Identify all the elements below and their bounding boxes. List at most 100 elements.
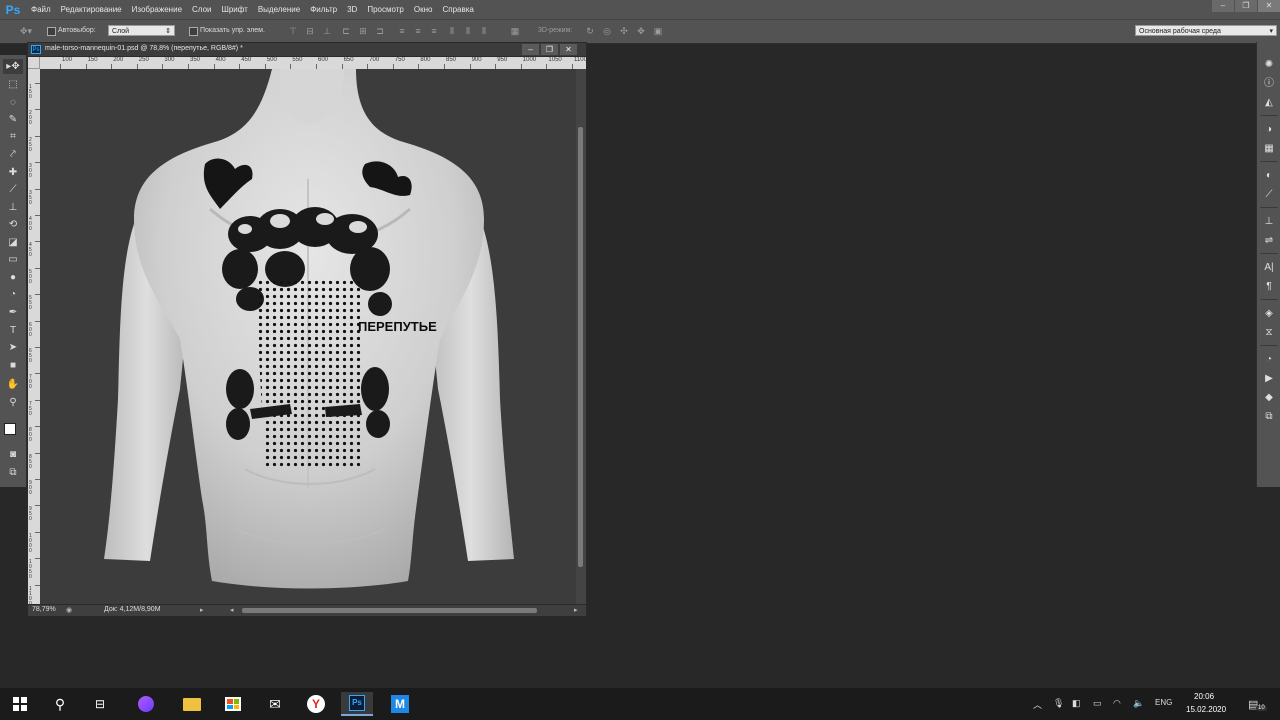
move-tool-preset-icon[interactable]: ✥▾ — [14, 26, 38, 36]
menu-select[interactable]: Выделение — [253, 0, 305, 19]
quick-select-tool-icon[interactable]: ✎ — [3, 112, 23, 127]
zoom-level[interactable]: 78,79% — [32, 606, 56, 613]
file-explorer-icon[interactable] — [176, 692, 208, 716]
vertical-ruler[interactable]: 150 200 250 300 350 400 450 500 550 600 650 700 750 8… — [28, 69, 40, 605]
autoselect-target-select[interactable]: Слой ⇕ — [108, 25, 175, 36]
search-icon[interactable]: ⚲ — [44, 692, 76, 716]
store-icon[interactable] — [217, 692, 249, 716]
tray-chevron-up-icon[interactable]: ︿ — [1033, 698, 1042, 711]
menu-window[interactable]: Окно — [409, 0, 438, 19]
move-tool-icon[interactable]: ▸✥ — [3, 59, 23, 74]
horizontal-ruler[interactable]: 100 150 200 250 300 350 400 450 500 550 600 650 700 7… — [40, 57, 586, 69]
distribute-hcenter-icon[interactable]: ⦀ — [463, 26, 473, 36]
gradient-tool-icon[interactable]: ▭ — [3, 252, 23, 267]
quick-mask-icon[interactable]: ◙ — [3, 447, 23, 462]
menu-view[interactable]: Просмотр — [362, 0, 409, 19]
vertical-scroll-thumb[interactable] — [578, 127, 583, 567]
language-indicator[interactable]: ENG — [1155, 698, 1172, 707]
doc-close-button[interactable]: ✕ — [560, 44, 577, 55]
menu-image[interactable]: Изображение — [127, 0, 187, 19]
canvas[interactable]: ПЕРЕПУТЬЕ — [40, 69, 576, 605]
menu-3d[interactable]: 3D — [342, 0, 362, 19]
brush-presets-panel-icon[interactable]: ⟋ — [1262, 188, 1276, 202]
lasso-tool-icon[interactable]: ◌ — [3, 95, 23, 110]
screen-mode-icon[interactable]: ⧉ — [3, 465, 23, 480]
scroll-right-icon[interactable]: ▸ — [574, 606, 578, 614]
restore-button[interactable]: ❐ — [1235, 0, 1257, 12]
foreground-color-swatch[interactable] — [4, 423, 16, 435]
3d-scale-icon[interactable]: ▣ — [653, 26, 663, 36]
status-info-icon[interactable]: ◉ — [66, 606, 72, 614]
distribute-bottom-icon[interactable]: ≡ — [429, 26, 439, 36]
workspace-select[interactable]: Основная рабочая среда ▾ — [1135, 25, 1277, 36]
close-button[interactable]: ✕ — [1258, 0, 1280, 12]
align-right-icon[interactable]: ⊐ — [375, 26, 385, 36]
menu-file[interactable]: Файл — [26, 0, 56, 19]
paragraph-panel-icon[interactable]: ¶ — [1262, 280, 1276, 294]
3d-roll-icon[interactable]: ◎ — [602, 26, 612, 36]
menu-filter[interactable]: Фильтр — [305, 0, 342, 19]
doc-minimize-button[interactable]: – — [522, 44, 539, 55]
3d-panel-icon[interactable]: ◈ — [1262, 307, 1276, 321]
align-hcenter-icon[interactable]: ⊞ — [358, 26, 368, 36]
character-panel-icon[interactable]: A| — [1262, 261, 1276, 275]
align-top-icon[interactable]: ⊤ — [288, 26, 298, 36]
menu-edit[interactable]: Редактирование — [56, 0, 127, 19]
adjustments-panel-icon[interactable]: ◑ — [1262, 123, 1276, 137]
clock-date[interactable]: 15.02.2020 — [1186, 705, 1226, 714]
distribute-top-icon[interactable]: ≡ — [397, 26, 407, 36]
3d-pan-icon[interactable]: ✣ — [619, 26, 629, 36]
clone-source-panel-icon[interactable]: ⇌ — [1262, 234, 1276, 248]
horizontal-scroll-thumb[interactable] — [242, 608, 537, 613]
healing-brush-tool-icon[interactable]: ✚ — [3, 165, 23, 180]
shape-tool-icon[interactable]: ■ — [3, 358, 23, 373]
color-panel-icon[interactable]: ✺ — [1262, 58, 1276, 72]
alice-assistant-icon[interactable] — [130, 692, 162, 716]
eraser-tool-icon[interactable]: ◪ — [3, 235, 23, 250]
menu-type[interactable]: Шрифт — [216, 0, 252, 19]
distribute-left-icon[interactable]: ⦀ — [447, 26, 457, 36]
3d-slide-icon[interactable]: ✥ — [636, 26, 646, 36]
channels-panel-icon[interactable]: ⧉ — [1262, 410, 1276, 424]
minimize-button[interactable]: – — [1212, 0, 1234, 12]
distribute-vcenter-icon[interactable]: ≡ — [413, 26, 423, 36]
histogram-panel-icon[interactable]: ◭ — [1262, 96, 1276, 110]
align-bottom-icon[interactable]: ⊥ — [322, 26, 332, 36]
auto-align-icon[interactable]: ▦ — [510, 26, 520, 36]
menu-help[interactable]: Справка — [437, 0, 478, 19]
distribute-right-icon[interactable]: ⦀ — [479, 26, 489, 36]
marquee-tool-icon[interactable]: ⬚ — [3, 77, 23, 92]
dodge-tool-icon[interactable]: ◔ — [3, 287, 23, 302]
scroll-left-icon[interactable]: ◂ — [230, 606, 234, 614]
autoselect-checkbox[interactable] — [47, 27, 56, 36]
eyedropper-tool-icon[interactable]: ⤤ — [3, 147, 23, 162]
clone-stamp-tool-icon[interactable]: ⊥ — [3, 200, 23, 215]
mindmap-app-icon[interactable]: M — [384, 692, 416, 716]
doc-restore-button[interactable]: ❐ — [541, 44, 558, 55]
styles-panel-icon[interactable]: ◐ — [1262, 169, 1276, 183]
swatches-panel-icon[interactable]: ▦ — [1262, 142, 1276, 156]
camera-icon[interactable]: ◧ — [1072, 698, 1081, 709]
actions-panel-icon[interactable]: ▶ — [1262, 372, 1276, 386]
status-menu-arrow-icon[interactable]: ▸ — [200, 606, 204, 614]
photoshop-taskbar-icon[interactable]: Ps — [341, 692, 373, 716]
tool-presets-panel-icon[interactable]: ⊥ — [1262, 215, 1276, 229]
ruler-origin[interactable] — [28, 57, 40, 69]
align-vcenter-icon[interactable]: ⊟ — [305, 26, 315, 36]
show-transform-checkbox[interactable] — [189, 27, 198, 36]
3d-rotate-icon[interactable]: ↻ — [585, 26, 595, 36]
type-tool-icon[interactable]: T — [3, 323, 23, 338]
properties-panel-icon[interactable]: ◔ — [1262, 353, 1276, 367]
mail-icon[interactable]: ✉ — [259, 692, 291, 716]
history-brush-tool-icon[interactable]: ⟲ — [3, 217, 23, 232]
battery-icon[interactable]: ▭ — [1093, 698, 1102, 709]
wifi-icon[interactable]: ◠ — [1113, 698, 1121, 709]
clock-time[interactable]: 20:06 — [1194, 692, 1214, 701]
task-view-icon[interactable]: ⊟ — [84, 692, 116, 716]
hand-tool-icon[interactable]: ✋ — [3, 377, 23, 392]
menu-layers[interactable]: Слои — [187, 0, 216, 19]
align-left-icon[interactable]: ⊏ — [341, 26, 351, 36]
volume-icon[interactable]: 🔈 — [1133, 698, 1144, 709]
brush-tool-icon[interactable]: ⟋ — [3, 182, 23, 197]
zoom-tool-icon[interactable]: ⚲ — [3, 395, 23, 410]
